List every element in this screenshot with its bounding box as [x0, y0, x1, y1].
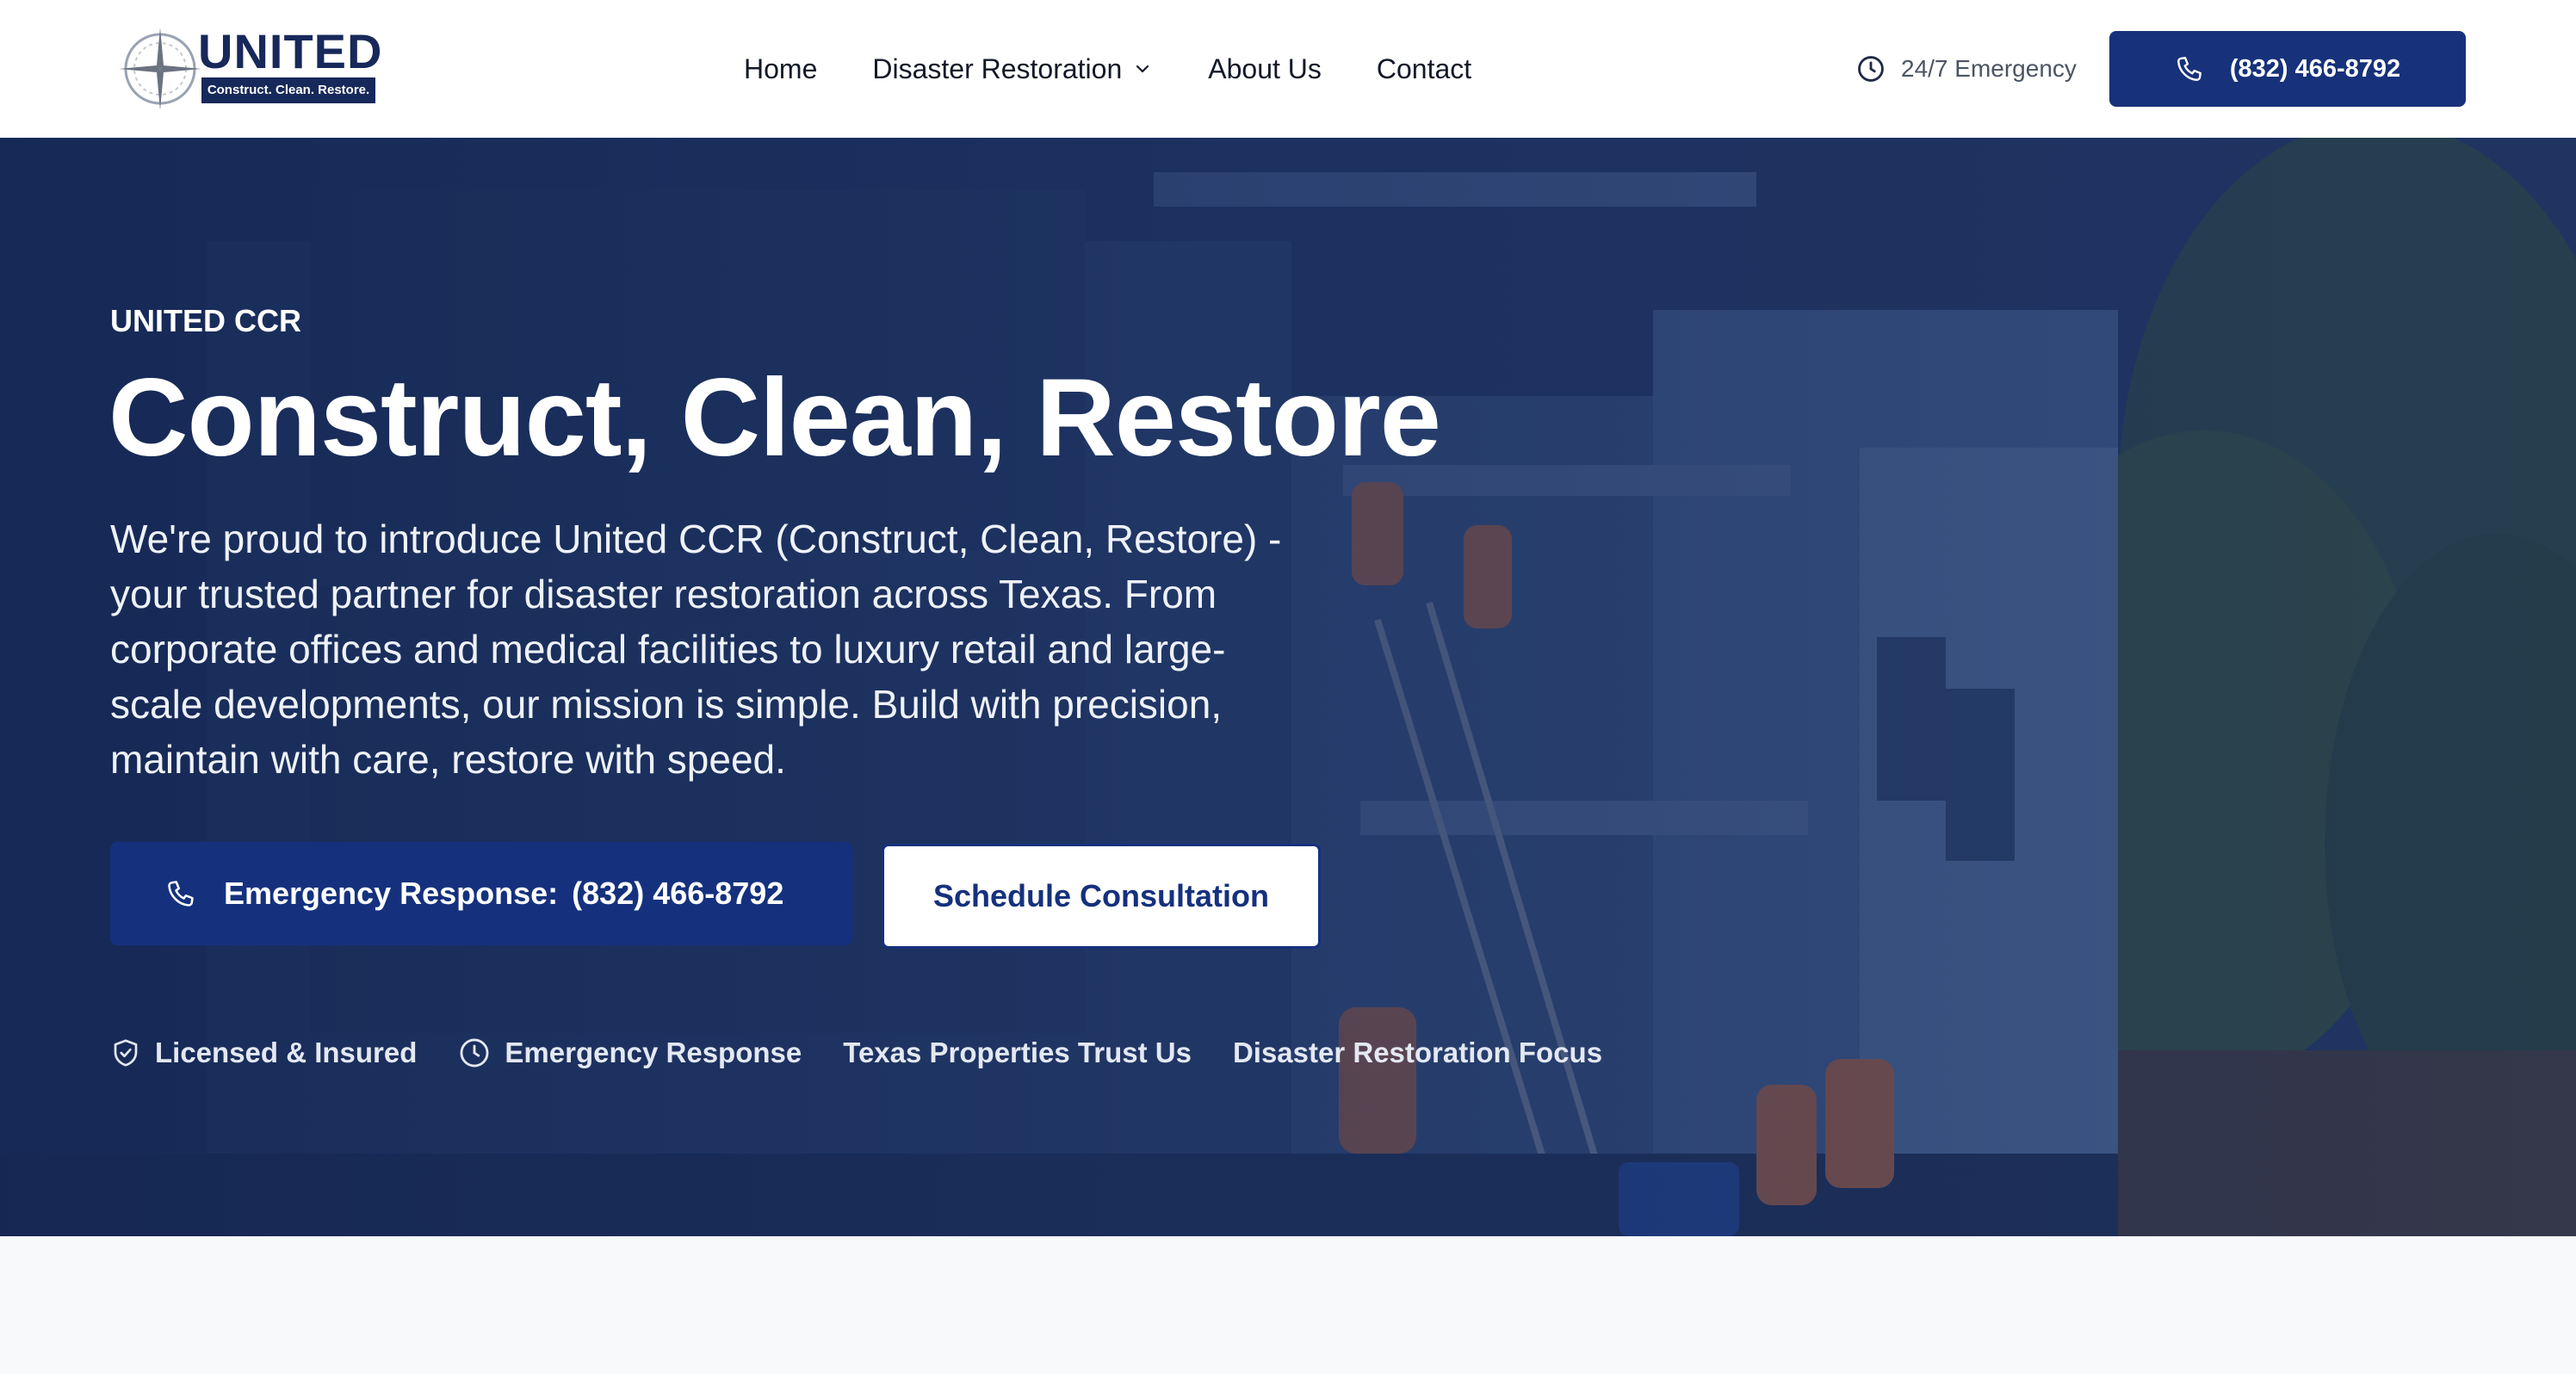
badge-emergency-response: Emergency Response	[458, 1037, 802, 1069]
emergency-response-phone: (832) 466-8792	[572, 876, 784, 911]
badge-licensed-insured: Licensed & Insured	[110, 1037, 417, 1069]
schedule-consultation-button[interactable]: Schedule Consultation	[882, 844, 1321, 949]
badge-disaster-restoration-focus: Disaster Restoration Focus	[1233, 1037, 1602, 1069]
emergency-hours-label: 24/7 Emergency	[1901, 55, 2077, 82]
emergency-hours: 24/7 Emergency	[1856, 50, 2077, 88]
main-nav: Home Disaster Restoration About Us Conta…	[744, 48, 1471, 90]
hero-eyebrow: UNITED CCR	[110, 303, 301, 338]
chevron-down-icon	[1136, 65, 1149, 73]
hero-section: UNITED CCR Construct, Clean, Restore We'…	[0, 138, 2576, 1236]
phone-icon	[2177, 57, 2201, 81]
badge-label: Texas Properties Trust Us	[843, 1037, 1192, 1068]
clock-icon	[460, 1038, 489, 1068]
badge-label: Disaster Restoration Focus	[1232, 1037, 1603, 1068]
hero-headline: Construct, Clean, Restore	[108, 356, 1441, 480]
header-call-button[interactable]: (832) 466-8792	[2109, 31, 2466, 107]
brand-wordmark: UNITED	[198, 24, 383, 78]
nav-item-label: About Us	[1208, 53, 1322, 84]
emergency-response-button[interactable]: Emergency Response: (832) 466-8792	[110, 842, 852, 945]
header-call-label: (832) 466-8792	[2229, 54, 2401, 83]
badge-label: Emergency Response	[505, 1037, 802, 1068]
nav-item-about-us[interactable]: About Us	[1208, 53, 1322, 85]
nav-item-contact[interactable]: Contact	[1377, 53, 1471, 85]
badge-texas-properties: Texas Properties Trust Us	[843, 1037, 1192, 1069]
site-header: UNITED Construct. Clean. Restore. Home D…	[0, 0, 2576, 138]
shield-check-icon	[114, 1039, 138, 1067]
badge-label: Licensed & Insured	[155, 1037, 418, 1068]
emergency-response-label: Emergency Response:	[224, 876, 559, 911]
nav-item-label: Contact	[1376, 53, 1472, 84]
nav-item-label: Home	[744, 53, 818, 84]
brand-tagline: Construct. Clean. Restore.	[201, 77, 375, 103]
hero-lead: We're proud to introduce United CCR (Con…	[110, 517, 1282, 782]
nav-item-disaster-restoration[interactable]: Disaster Restoration	[872, 53, 1153, 85]
brand-logo[interactable]: UNITED Construct. Clean. Restore.	[115, 22, 387, 114]
phone-icon	[168, 881, 194, 907]
clock-icon	[1858, 56, 1884, 82]
nav-item-home[interactable]: Home	[744, 53, 817, 85]
trust-badges: Licensed & Insured Emergency Response Te…	[110, 1033, 1644, 1073]
schedule-consultation-label: Schedule Consultation	[932, 878, 1270, 913]
compass-emblem-icon	[119, 28, 201, 110]
next-section	[0, 1236, 2576, 1374]
nav-item-label: Disaster Restoration	[872, 53, 1123, 84]
